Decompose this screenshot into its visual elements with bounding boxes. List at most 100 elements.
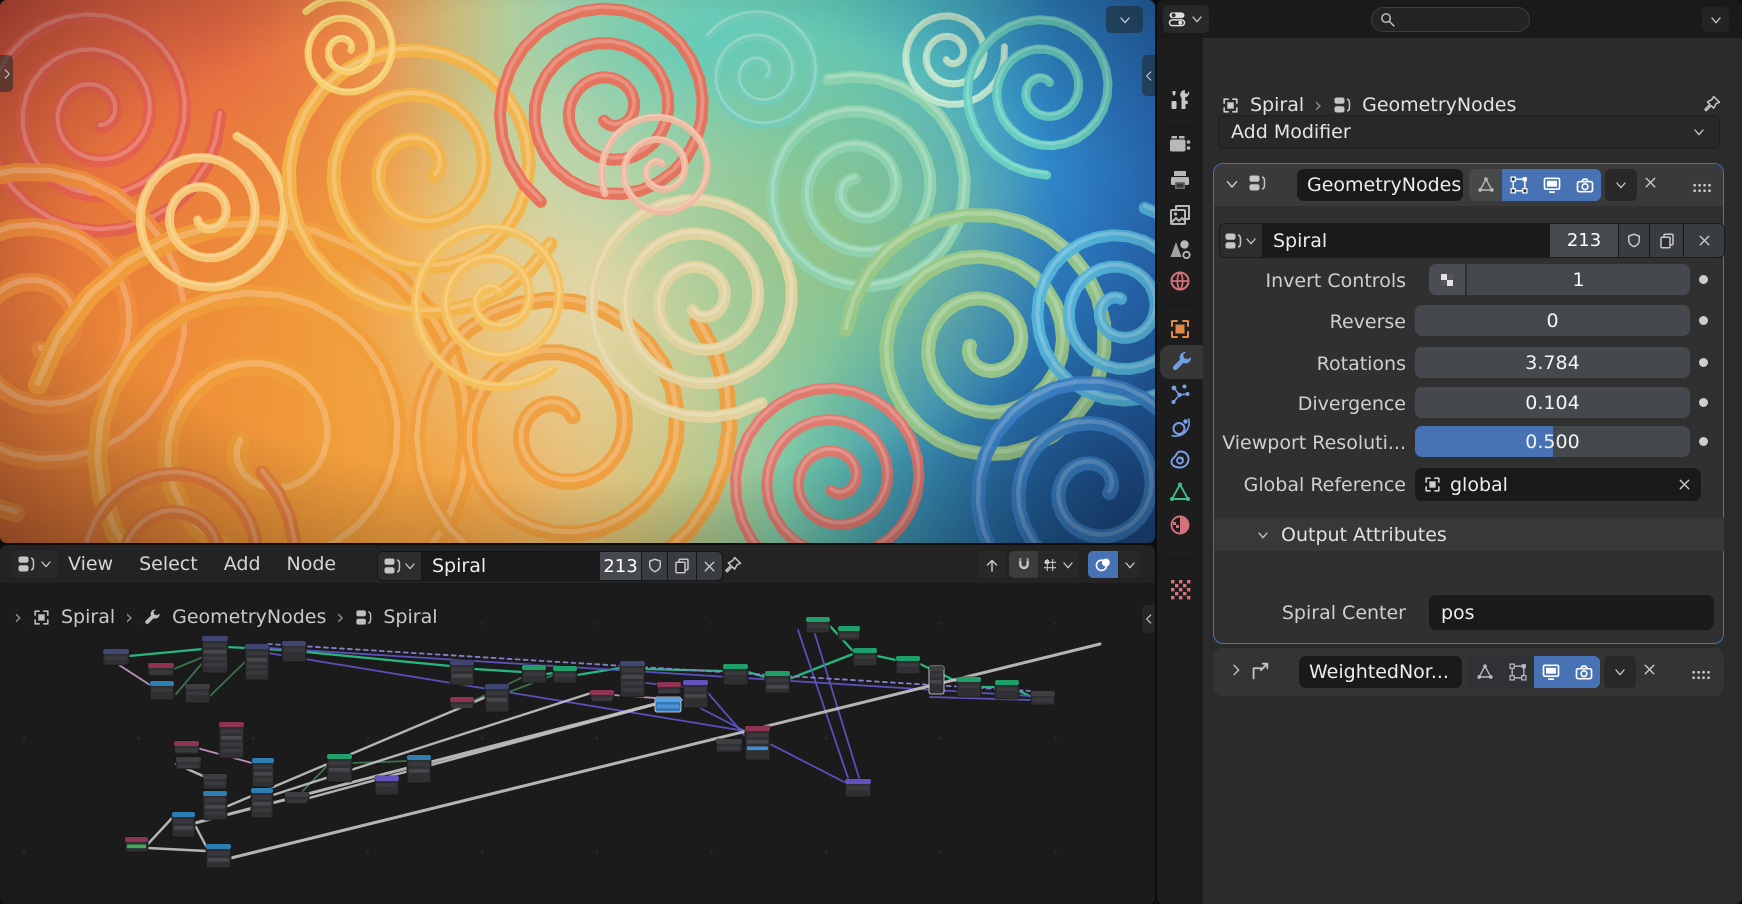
viewport-toolbar-expand[interactable] xyxy=(0,55,13,92)
node[interactable] xyxy=(185,684,210,703)
toggle-edit-cage[interactable] xyxy=(1502,169,1535,201)
node[interactable] xyxy=(202,636,228,673)
geometry-node-editor[interactable]: ViewSelectAddNode Spiral 213 ›Spiral›Geo xyxy=(0,545,1155,904)
modifier-extras-dropdown[interactable] xyxy=(1605,169,1637,201)
node[interactable] xyxy=(450,697,474,708)
node[interactable] xyxy=(655,697,681,712)
search-input[interactable] xyxy=(1371,7,1530,32)
tab-material[interactable] xyxy=(1157,508,1203,542)
node[interactable] xyxy=(845,779,871,797)
node[interactable] xyxy=(620,661,645,697)
animate-decorator[interactable] xyxy=(1699,398,1708,407)
pin-button[interactable] xyxy=(722,554,744,576)
node[interactable] xyxy=(957,677,981,697)
expand-chevron-icon[interactable] xyxy=(1228,662,1244,678)
duplicate-copy-button[interactable] xyxy=(668,552,696,580)
node-group-users-count[interactable]: 213 xyxy=(600,552,641,580)
modifier-name-field[interactable]: WeightedNor... xyxy=(1299,656,1462,688)
node[interactable] xyxy=(203,774,227,789)
node[interactable] xyxy=(148,663,174,676)
node[interactable] xyxy=(252,758,274,787)
tab-scene[interactable] xyxy=(1157,232,1203,266)
tab-data[interactable] xyxy=(1157,475,1203,509)
drag-handle[interactable] xyxy=(1691,177,1713,199)
animate-decorator[interactable] xyxy=(1699,316,1708,325)
menu-add[interactable]: Add xyxy=(224,553,261,575)
node[interactable] xyxy=(657,682,681,694)
param-value-rotations[interactable]: 3.784 xyxy=(1415,347,1690,378)
breadcrumb-object[interactable]: Spiral xyxy=(1250,94,1304,116)
toggle-camera[interactable] xyxy=(1567,656,1600,688)
snap-toggle-button[interactable] xyxy=(1009,551,1038,578)
node[interactable] xyxy=(745,726,770,760)
animate-decorator[interactable] xyxy=(1699,275,1708,284)
viewport-collapse-button[interactable] xyxy=(1106,6,1143,33)
tab-physics[interactable] xyxy=(1157,410,1203,444)
node-group-name-field[interactable]: Spiral xyxy=(1263,224,1550,257)
node-graph-canvas[interactable] xyxy=(0,583,1155,904)
tab-output[interactable] xyxy=(1157,163,1203,197)
node[interactable] xyxy=(683,680,708,708)
fake-user-shield-button[interactable] xyxy=(1619,224,1649,257)
viewport-sidebar-expand[interactable] xyxy=(1142,55,1155,96)
node[interactable] xyxy=(838,626,860,640)
param-value-reverse[interactable]: 0 xyxy=(1415,305,1690,336)
node[interactable] xyxy=(125,837,148,852)
fake-user-shield-button[interactable] xyxy=(642,552,667,580)
node[interactable] xyxy=(245,644,269,680)
node[interactable] xyxy=(806,617,830,633)
output-attributes-section[interactable]: Output Attributes xyxy=(1215,518,1724,551)
node-group-browse-button[interactable] xyxy=(378,552,421,580)
toggle-monitor[interactable] xyxy=(1535,169,1568,201)
node[interactable] xyxy=(723,664,748,685)
breadcrumb-item[interactable]: GeometryNodes xyxy=(172,606,326,628)
node[interactable] xyxy=(553,666,577,683)
object-reference-field[interactable]: global xyxy=(1415,468,1701,501)
toggle-vertex-tri[interactable] xyxy=(1469,169,1502,201)
tab-constraints[interactable] xyxy=(1157,443,1203,477)
go-to-parent-button[interactable] xyxy=(978,551,1006,578)
breadcrumb-item[interactable]: Spiral xyxy=(383,606,437,628)
node[interactable] xyxy=(176,757,201,769)
tab-viewlayer[interactable] xyxy=(1157,198,1203,232)
node[interactable] xyxy=(327,754,352,782)
node-group-browse-button[interactable] xyxy=(1220,224,1262,257)
tab-render[interactable] xyxy=(1157,128,1203,162)
node[interactable] xyxy=(150,681,174,700)
pin-button[interactable] xyxy=(1700,92,1724,116)
node[interactable] xyxy=(929,666,944,694)
breadcrumb-item[interactable]: Spiral xyxy=(61,606,115,628)
animate-decorator[interactable] xyxy=(1699,437,1708,446)
node[interactable] xyxy=(450,660,474,685)
tab-modifier[interactable] xyxy=(1160,345,1203,379)
filter-dropdown[interactable] xyxy=(1702,7,1729,32)
tab-world[interactable] xyxy=(1157,264,1203,298)
breadcrumb-nodetree[interactable]: GeometryNodes xyxy=(1362,94,1516,116)
tab-tool[interactable] xyxy=(1157,83,1203,117)
editor-type-button[interactable] xyxy=(1163,5,1209,33)
node[interactable] xyxy=(995,680,1019,699)
node[interactable] xyxy=(174,741,199,754)
node[interactable] xyxy=(896,656,920,674)
node[interactable] xyxy=(219,722,244,758)
node-sidebar-expand[interactable] xyxy=(1142,605,1155,633)
node[interactable] xyxy=(853,648,877,666)
delete-modifier-button[interactable] xyxy=(1641,661,1658,678)
drag-handle[interactable] xyxy=(1690,664,1712,686)
spiral-center-field[interactable]: pos xyxy=(1429,595,1714,630)
toggle-monitor[interactable] xyxy=(1534,656,1567,688)
node[interactable] xyxy=(203,791,227,820)
tab-particles[interactable] xyxy=(1157,377,1203,411)
node[interactable] xyxy=(103,649,129,665)
add-modifier-button[interactable]: Add Modifier xyxy=(1218,115,1720,149)
node[interactable] xyxy=(251,788,273,818)
use-attribute-toggle[interactable] xyxy=(1429,264,1465,295)
overlays-toggle-button[interactable] xyxy=(1088,551,1118,578)
node[interactable] xyxy=(172,812,195,837)
duplicate-copy-button[interactable] xyxy=(1650,224,1683,257)
menu-select[interactable]: Select xyxy=(139,553,198,575)
node[interactable] xyxy=(206,844,231,868)
editor-type-button[interactable] xyxy=(12,550,58,578)
tab-texture[interactable] xyxy=(1157,572,1203,606)
delete-modifier-button[interactable] xyxy=(1642,174,1659,191)
